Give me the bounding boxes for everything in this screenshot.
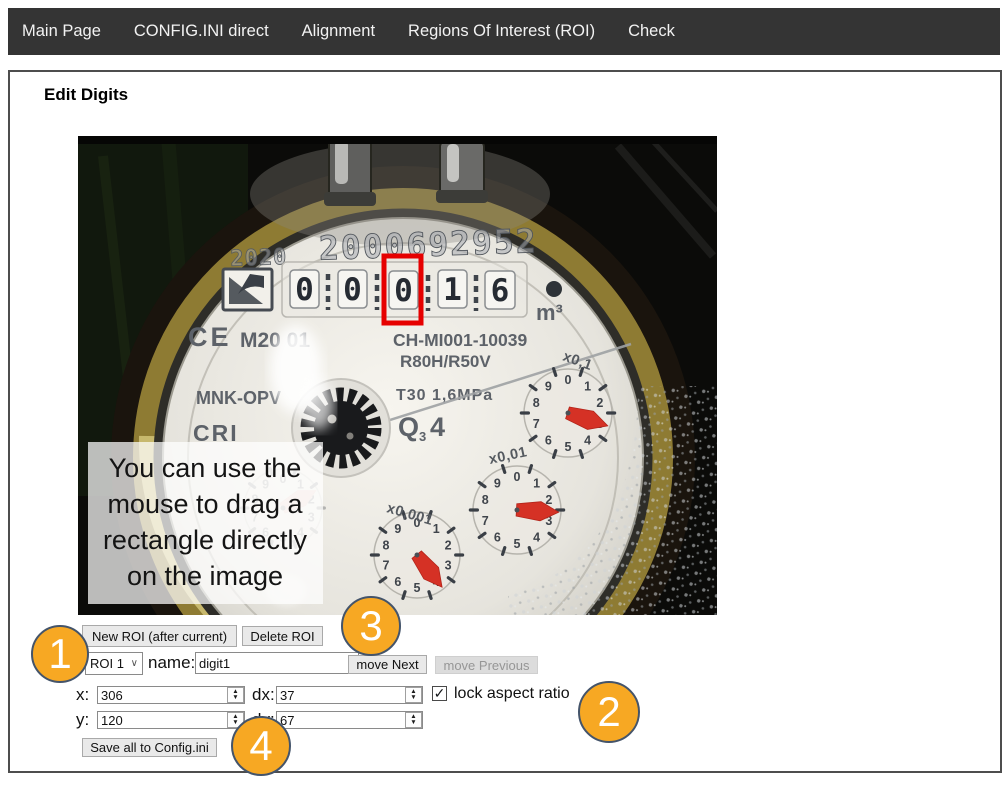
svg-text:1: 1 [433, 522, 440, 536]
svg-text:6: 6 [494, 531, 501, 545]
annotation-circle-2: 2 [578, 681, 640, 743]
brand-label: MNK-OPV [196, 388, 281, 408]
page-title: Edit Digits [44, 85, 128, 105]
svg-text:7: 7 [482, 514, 489, 528]
x-spinner[interactable]: ▲ ▼ [227, 687, 244, 703]
checkmark-icon: ✓ [434, 686, 446, 700]
dy-input[interactable] [276, 711, 423, 729]
svg-text:1: 1 [533, 476, 540, 490]
dy-spinner[interactable]: ▲ ▼ [405, 712, 422, 728]
svg-text:on the image: on the image [127, 561, 283, 591]
delete-roi-button[interactable]: Delete ROI [242, 626, 323, 646]
nav-roi[interactable]: Regions Of Interest (ROI) [408, 22, 595, 41]
drag-hint-overlay: You can use the mouse to drag a rectangl… [88, 442, 323, 604]
annotation-circle-4: 4 [231, 716, 291, 776]
svg-text:5: 5 [414, 581, 421, 595]
x-label: x: [76, 685, 89, 705]
svg-text:0: 0 [343, 272, 362, 308]
svg-text:0: 0 [514, 470, 521, 484]
move-previous-button[interactable]: move Previous [435, 656, 538, 674]
lock-aspect-label: lock aspect ratio [454, 685, 570, 703]
move-next-button[interactable]: move Next [348, 655, 427, 674]
edit-digits-panel: Edit Digits [8, 70, 1002, 773]
spinner-down-icon[interactable]: ▼ [410, 695, 416, 702]
meter-photo-canvas[interactable]: 2 0 2 0 2000692952 0 0 0 [78, 136, 717, 615]
svg-text:7: 7 [533, 417, 540, 431]
svg-text:8: 8 [382, 538, 389, 552]
dx-label: dx: [252, 685, 275, 705]
svg-text:6: 6 [394, 575, 401, 589]
save-config-button[interactable]: Save all to Config.ini [82, 738, 217, 757]
chevron-down-icon: ∨ [131, 658, 138, 669]
svg-text:6: 6 [545, 434, 552, 448]
annotation-circle-3: 3 [341, 596, 401, 656]
svg-text:4: 4 [430, 412, 445, 442]
svg-text:8: 8 [533, 396, 540, 410]
counter-dot-icon [546, 281, 562, 297]
y-label: y: [76, 710, 89, 730]
lock-aspect-checkbox[interactable]: ✓ [432, 686, 447, 701]
svg-text:4: 4 [533, 531, 540, 545]
svg-text:5: 5 [565, 440, 572, 454]
serial-number: 2000692952 [318, 221, 538, 268]
nav-config-ini[interactable]: CONFIG.INI direct [134, 22, 269, 41]
roi-select-value: ROI 1 [90, 656, 124, 671]
top-nav: Main Page CONFIG.INI direct Alignment Re… [8, 8, 1000, 55]
dx-spinner[interactable]: ▲ ▼ [405, 687, 422, 703]
svg-text:3: 3 [445, 559, 452, 573]
spinner-down-icon[interactable]: ▼ [232, 695, 238, 702]
page: Main Page CONFIG.INI direct Alignment Re… [0, 0, 1008, 790]
dx-input[interactable] [276, 686, 423, 704]
svg-text:7: 7 [382, 559, 389, 573]
svg-text:0: 0 [565, 373, 572, 387]
y-input[interactable] [97, 711, 245, 729]
svg-text:0: 0 [295, 272, 314, 308]
svg-text:0: 0 [394, 273, 413, 309]
spinner-down-icon[interactable]: ▼ [410, 720, 416, 727]
svg-text:2: 2 [596, 396, 603, 410]
svg-text:6: 6 [491, 273, 510, 309]
nav-alignment[interactable]: Alignment [302, 22, 375, 41]
svg-text:mouse to drag a: mouse to drag a [107, 489, 303, 519]
nav-main-page[interactable]: Main Page [22, 22, 101, 41]
ce-mark: CE [188, 322, 232, 352]
x-input[interactable] [97, 686, 245, 704]
temp-pressure-label: T30 1,6MPa [396, 387, 493, 404]
annotation-circle-1: 1 [31, 625, 89, 683]
meter-class-icon [223, 269, 272, 310]
svg-text:1: 1 [584, 379, 591, 393]
roi-select[interactable]: ROI 1 ∨ [85, 652, 143, 675]
svg-text:9: 9 [545, 379, 552, 393]
svg-text:You can use the: You can use the [109, 453, 302, 483]
name-label: name: [148, 653, 195, 673]
name-input[interactable] [195, 652, 359, 674]
svg-text:9: 9 [394, 522, 401, 536]
new-roi-button[interactable]: New ROI (after current) [82, 625, 237, 647]
svg-text:3: 3 [419, 429, 426, 444]
model-label: R80H/R50V [400, 352, 491, 371]
svg-text:rectangle directly: rectangle directly [103, 525, 308, 555]
nav-check[interactable]: Check [628, 22, 675, 41]
svg-text:1: 1 [443, 272, 462, 308]
svg-text:2: 2 [445, 538, 452, 552]
svg-text:4: 4 [584, 434, 591, 448]
svg-text:8: 8 [482, 493, 489, 507]
type-code-label: CH-MI001-10039 [393, 330, 527, 350]
svg-text:5: 5 [514, 537, 521, 551]
counter-unit: m³ [536, 300, 563, 325]
svg-text:9: 9 [494, 476, 501, 490]
